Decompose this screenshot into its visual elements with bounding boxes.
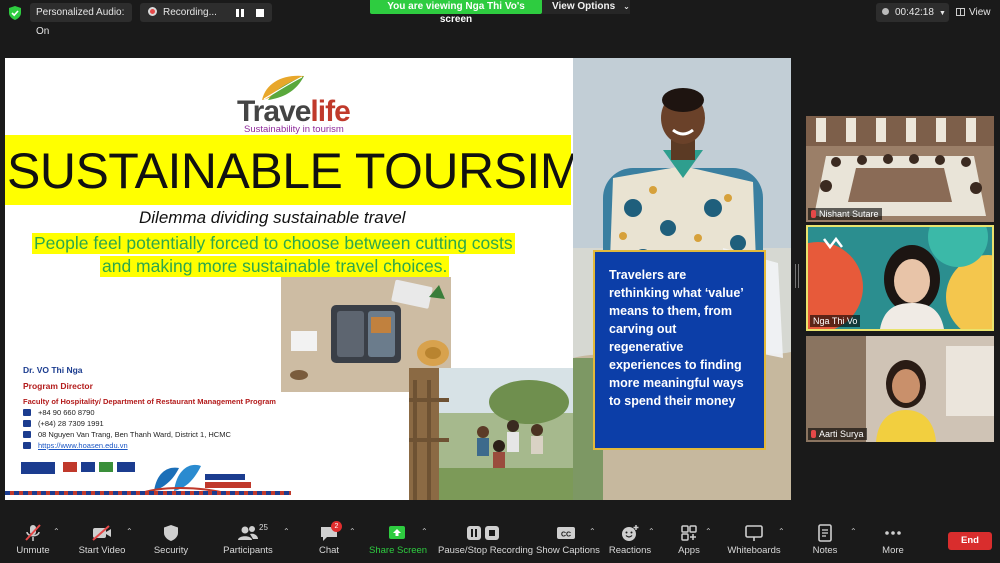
- contact-phone: +84 90 660 8790: [38, 408, 95, 417]
- chevron-up-icon[interactable]: ⌃: [283, 527, 290, 536]
- contact-website: https://www.hoasen.edu.vn: [38, 441, 128, 450]
- apps-icon: [681, 525, 697, 541]
- footer-strip: [5, 491, 291, 495]
- view-options-label: View Options: [552, 1, 616, 12]
- contact-phone-row: +84 90 660 8790: [23, 408, 323, 417]
- smiley-icon: [622, 525, 639, 541]
- stop-recording-icon[interactable]: [256, 9, 264, 17]
- reactions-button[interactable]: Reactions: [608, 524, 652, 562]
- notes-icon: [818, 524, 832, 542]
- end-meeting-button[interactable]: End: [948, 532, 992, 550]
- view-options-button[interactable]: View Options ⌄: [542, 0, 630, 14]
- slide-subtitle: Dilemma dividing sustainable travel: [139, 208, 406, 228]
- chevron-up-icon[interactable]: ⌃: [589, 527, 596, 536]
- recording-pill: Recording...: [140, 3, 272, 22]
- contact-office-phone: (+84) 28 7309 1991: [38, 419, 104, 428]
- contact-name: Dr. VO Thi Nga: [23, 365, 83, 375]
- meeting-timer[interactable]: 00:42:18 ▼: [876, 3, 949, 22]
- location-icon: [23, 431, 31, 438]
- contact-address: 08 Nguyen Van Trang, Ben Thanh Ward, Dis…: [38, 430, 231, 439]
- whiteboards-button[interactable]: Whiteboards: [726, 524, 782, 562]
- zoom-meeting-window: Personalized Audio: On Recording... You …: [0, 0, 1000, 563]
- participant-name-tag: Aarti Surya: [808, 428, 867, 440]
- chevron-up-icon[interactable]: ⌃: [126, 527, 133, 536]
- recording-label: Recording...: [163, 7, 217, 18]
- chat-unread-badge: 2: [331, 521, 342, 532]
- grid-view-icon: [956, 8, 965, 16]
- chevron-up-icon[interactable]: ⌃: [705, 527, 712, 536]
- participant-tile[interactable]: Nishant Sutare: [806, 116, 994, 222]
- slide-title: SUSTAINABLE TOURSIM: [7, 143, 581, 199]
- share-screen-button[interactable]: Share Screen: [369, 524, 427, 562]
- footer-partner-logos: [21, 462, 251, 495]
- highlight-line-1: People feel potentially forced to choose…: [32, 233, 515, 254]
- more-dots-icon: [885, 531, 901, 535]
- contact-role: Program Director: [23, 381, 93, 391]
- chevron-up-icon[interactable]: ⌃: [778, 527, 785, 536]
- participants-count: 25: [259, 523, 268, 532]
- participant-video: [806, 336, 994, 442]
- chevron-up-icon[interactable]: ⌃: [850, 527, 857, 536]
- participants-icon: [238, 526, 258, 540]
- muted-mic-icon: [811, 210, 816, 218]
- globe-icon: [23, 442, 31, 449]
- split-view-handle[interactable]: [795, 264, 799, 288]
- pause-stop-recording-button[interactable]: Pause/Stop Recording: [438, 524, 533, 562]
- view-label: View: [969, 7, 991, 18]
- participant-tile[interactable]: Aarti Surya: [806, 336, 994, 442]
- view-button[interactable]: View: [956, 3, 996, 22]
- conference-room-video: [806, 116, 994, 222]
- start-video-button[interactable]: Start Video: [74, 524, 130, 562]
- viewing-screen-banner: You are viewing Nga Thi Vo's screen: [370, 0, 542, 25]
- security-button[interactable]: Security: [150, 524, 192, 562]
- logo-tagline: Sustainability in tourism: [244, 124, 344, 135]
- shield-icon[interactable]: [9, 6, 21, 20]
- personalized-audio-pill[interactable]: Personalized Audio: On: [30, 3, 132, 37]
- timer-value: 00:42:18: [895, 7, 934, 18]
- participant-name-tag: Nga Thi Vo: [810, 315, 861, 327]
- pause-recording-icon[interactable]: [236, 9, 244, 17]
- group-outdoors-photo: [409, 368, 573, 500]
- svg-text:CC: CC: [561, 532, 571, 539]
- contact-address-row: 08 Nguyen Van Trang, Ben Thanh Ward, Dis…: [23, 430, 323, 439]
- recording-dot-icon: [148, 7, 157, 16]
- participant-name-tag: Nishant Sutare: [808, 208, 882, 220]
- muted-mic-icon: [811, 430, 816, 438]
- highlight-line-2: and making more sustainable travel choic…: [100, 256, 450, 277]
- shared-screen-slide: Travelife Sustainability in tourism SUST…: [5, 58, 791, 500]
- telephone-icon: [23, 420, 31, 427]
- timer-dot-icon: [882, 8, 889, 15]
- muted-mic-icon: [25, 524, 41, 541]
- chevron-up-icon[interactable]: ⌃: [421, 527, 428, 536]
- unmute-button[interactable]: Unmute: [10, 524, 56, 562]
- quote-text: Travelers are rethinking what ‘value’ me…: [609, 268, 744, 408]
- meeting-toolbar: Unmute ⌃ Start Video ⌃ Security Particip…: [0, 518, 1000, 563]
- pause-stop-icon: [467, 526, 499, 540]
- quote-box: Travelers are rethinking what ‘value’ me…: [593, 250, 766, 450]
- participant-tile-active-speaker[interactable]: Nga Thi Vo: [806, 225, 994, 331]
- chevron-down-icon: ▼: [938, 10, 946, 17]
- whiteboard-icon: [745, 525, 763, 541]
- more-button[interactable]: More: [874, 524, 912, 562]
- show-captions-button[interactable]: CC Show Captions: [536, 524, 600, 562]
- top-bar: Personalized Audio: On Recording... You …: [0, 0, 1000, 37]
- chevron-up-icon[interactable]: ⌃: [349, 527, 356, 536]
- contact-block: Dr. VO Thi Nga Program Director Faculty …: [23, 365, 323, 450]
- phone-icon: [23, 409, 31, 416]
- contact-website-row: https://www.hoasen.edu.vn: [23, 441, 323, 450]
- share-screen-icon: [389, 526, 405, 539]
- apps-button[interactable]: Apps: [672, 524, 706, 562]
- shield-icon: [164, 525, 178, 541]
- speaker-video: [808, 227, 992, 329]
- captions-icon: CC: [557, 527, 575, 539]
- chevron-up-icon[interactable]: ⌃: [53, 527, 60, 536]
- chevron-down-icon: ⌄: [623, 2, 630, 11]
- personalized-audio-label: Personalized Audio: On: [36, 7, 125, 37]
- contact-office-row: (+84) 28 7309 1991: [23, 419, 323, 428]
- contact-faculty: Faculty of Hospitality/ Department of Re…: [23, 397, 276, 406]
- notes-button[interactable]: Notes: [808, 524, 842, 562]
- video-off-icon: [92, 525, 111, 541]
- chevron-up-icon[interactable]: ⌃: [648, 527, 655, 536]
